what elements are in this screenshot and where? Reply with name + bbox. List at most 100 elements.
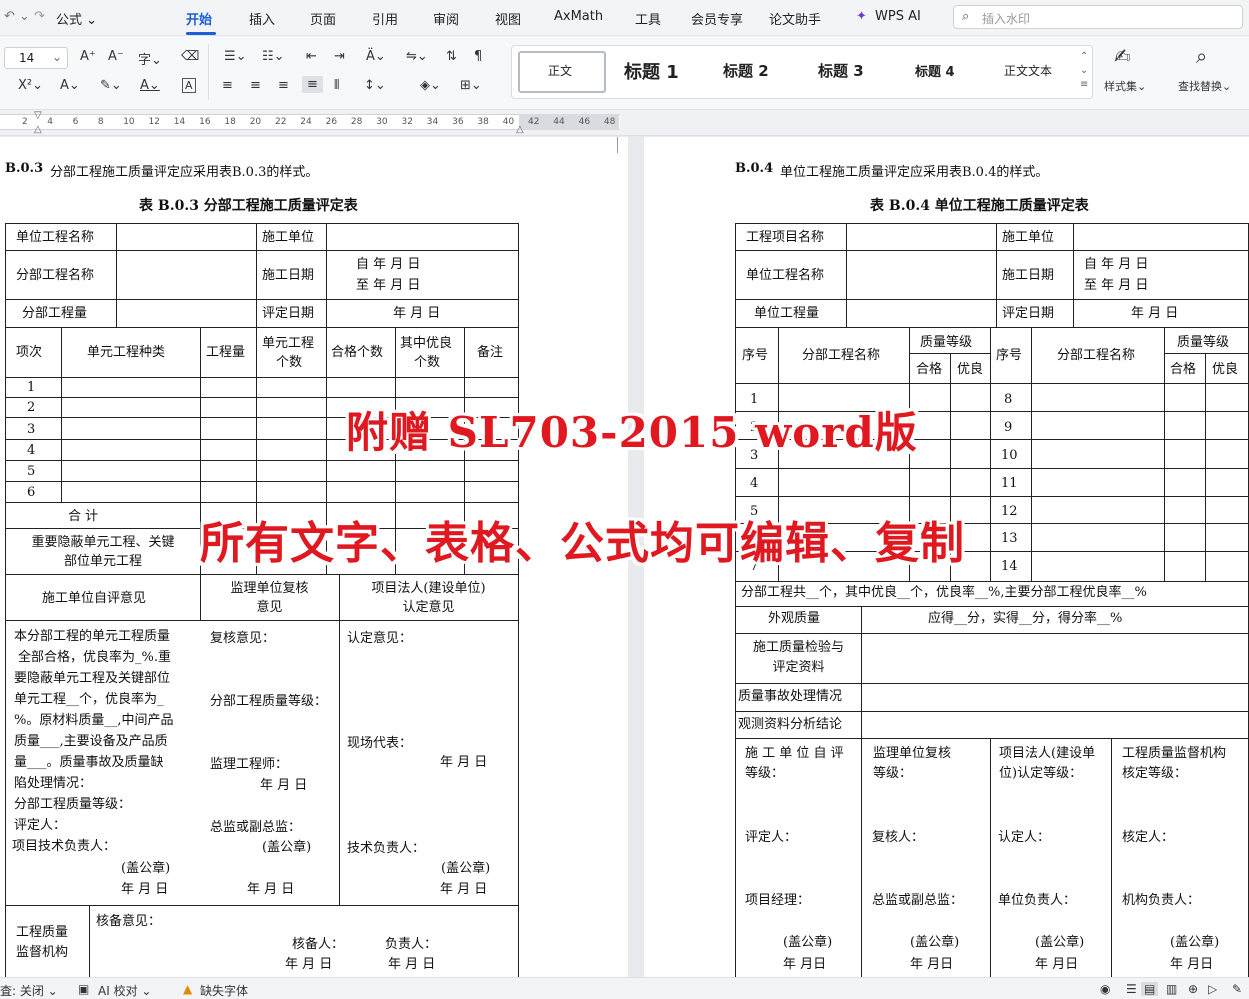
play-icon[interactable]: ▷ <box>1208 982 1217 996</box>
tab-references[interactable]: 引用 <box>372 9 398 28</box>
clause-text: 分部工程施工质量评定应采用表B.0.3的样式。 <box>50 165 319 180</box>
style-normal-label: 正文 <box>548 64 573 78</box>
style-heading4[interactable]: 标题 4 <box>915 61 955 80</box>
ruler-number: 38 <box>477 117 489 127</box>
write-icon[interactable]: ✎ <box>1232 982 1242 996</box>
eye-protect-icon[interactable]: ◉ <box>1100 982 1110 996</box>
opinion-construction-header: 施工单位自评意见 <box>42 591 147 606</box>
ruler-number: 20 <box>249 117 262 127</box>
date-1: 年 月日 <box>783 957 827 972</box>
chinese-layout-icon[interactable]: Ä⌄ <box>366 49 386 64</box>
tab-page[interactable]: 页面 <box>310 9 336 28</box>
construction-text-line: 项目技术负责人： <box>12 839 117 854</box>
grow-font-icon[interactable]: A⁺ <box>80 49 96 64</box>
evaluator-label: 评定人： <box>745 830 798 845</box>
revise-status[interactable]: 査: 关闭 ⌄ <box>0 982 58 999</box>
styles-scroll-icon[interactable]: ⌃ ⌄ ≡ <box>1080 50 1088 92</box>
supervisor-seal: (盖公章) <box>262 840 312 855</box>
tab-review[interactable]: 审阅 <box>433 9 459 28</box>
pm-label: 项目经理： <box>745 893 811 908</box>
clear-format-icon[interactable]: ⌫ <box>181 49 199 64</box>
superscript-icon[interactable]: X²⌄ <box>18 78 43 93</box>
ruler-number: 46 <box>578 117 591 127</box>
align-center-icon[interactable]: ≡ <box>250 78 261 93</box>
style-heading1[interactable]: 标题 1 <box>624 58 679 84</box>
reading-view-icon[interactable]: ▥ <box>1166 982 1177 996</box>
text-direction-icon[interactable]: ⇋⌄ <box>406 49 428 64</box>
line-spacing-icon[interactable]: ↕⌄ <box>364 78 386 93</box>
owner-seal: (盖公章) <box>441 861 491 876</box>
align-right-icon[interactable]: ≡ <box>278 78 289 93</box>
hanging-indent-icon[interactable]: △ <box>34 124 42 135</box>
style-body-text[interactable]: 正文文本 <box>1004 62 1052 79</box>
align-left-icon[interactable]: ≡ <box>222 78 233 93</box>
tab-insert[interactable]: 插入 <box>249 9 275 28</box>
ai-check-button[interactable]: AI 校对 ⌄ <box>98 982 151 999</box>
clause-text: 单位工程施工质量评定应采用表B.0.4的样式。 <box>780 165 1049 180</box>
style-heading3[interactable]: 标题 3 <box>818 60 864 81</box>
right-indent-icon[interactable]: △ <box>516 124 524 135</box>
shrink-font-icon[interactable]: A⁻ <box>108 49 124 64</box>
font-size-select[interactable]: 14 ⌄ <box>4 47 68 69</box>
justify-icon[interactable]: ≡ <box>302 76 323 93</box>
redo-icon[interactable]: ↷ <box>34 9 45 24</box>
show-marks-icon[interactable]: ¶ <box>474 49 482 64</box>
wps-ai-icon: ✦ <box>856 9 867 24</box>
document-canvas[interactable]: B.0.3 分部工程施工质量评定应采用表B.0.3的样式。 表 B.0.3 分部… <box>0 137 1249 977</box>
construction-text-line: 评定人： <box>14 818 67 833</box>
label-construction-date: 施工日期 <box>262 268 315 283</box>
web-view-icon[interactable]: ⊕ <box>1188 982 1198 996</box>
tab-wps-ai[interactable]: WPS AI <box>875 9 921 24</box>
indent-icon[interactable]: ⇥ <box>334 49 345 64</box>
header-unit-count-a: 单元工程 <box>262 336 315 351</box>
tab-home[interactable]: 开始 <box>186 9 212 28</box>
find-replace-button[interactable]: 查找替换⌄ <box>1178 78 1231 94</box>
ruler-number: 14 <box>173 117 186 127</box>
text-effect-icon[interactable]: A⌄ <box>60 78 80 93</box>
warning-icon: ▲ <box>183 982 193 996</box>
distributed-icon[interactable]: ⫴ <box>334 78 339 93</box>
clause-number: B.0.4 <box>735 161 774 176</box>
tab-axmath[interactable]: AxMath <box>554 9 603 24</box>
seq-right: 10 <box>1001 448 1018 463</box>
style-set-icon: ✍ <box>1114 44 1131 68</box>
header-unit-type: 单元工程种类 <box>87 345 166 360</box>
col1-title-a: 施 工 单 位 自 评 <box>745 746 844 761</box>
outline-icon[interactable]: ☰ <box>1126 982 1137 996</box>
highlight-icon[interactable]: ✎⌄ <box>100 78 122 93</box>
outdent-icon[interactable]: ⇤ <box>306 49 317 64</box>
ruler-number: 2 <box>22 117 28 127</box>
tab-thesis-helper[interactable]: 论文助手 <box>769 9 821 28</box>
tab-tools[interactable]: 工具 <box>635 9 661 28</box>
eval-date-value: 年 月 日 <box>393 306 441 321</box>
missing-font-button[interactable]: 缺失字体 <box>200 982 248 999</box>
style-heading2[interactable]: 标题 2 <box>723 60 769 81</box>
undo-icon[interactable]: ↶ ⌄ <box>4 9 30 24</box>
tab-member[interactable]: 会员专享 <box>691 9 743 28</box>
find-icon: ⌕ <box>1196 44 1208 68</box>
supervisor-engineer: 监理工程师： <box>210 757 289 772</box>
number-list-icon[interactable]: ☷⌄ <box>262 49 285 64</box>
status-bar: 査: 关闭 ⌄ ▣ AI 校对 ⌄ ▲ 缺失字体 ◉ ☰ ▤ ▥ ⊕ ▷ ✎ <box>0 977 1249 999</box>
date-from: 自 年 月 日 <box>1084 257 1149 272</box>
horizontal-ruler[interactable]: 2 4 6 8 10 12 14 16 18 20 22 24 26 28 30 32 34 36 38 40 42 44… <box>0 110 1249 136</box>
font-color-icon[interactable]: A⌄ <box>140 78 160 93</box>
tab-view[interactable]: 视图 <box>495 9 521 28</box>
header-pass-left: 合格 <box>916 362 943 377</box>
borders-icon[interactable]: ⊞⌄ <box>460 78 482 93</box>
search-input[interactable]: ⌕ 插入水印 <box>953 5 1243 29</box>
sort-icon[interactable]: ⇅ <box>446 49 457 64</box>
col2-title-a: 监理单位复核 <box>873 746 952 761</box>
style-set-label: 样式集 <box>1104 80 1137 93</box>
ribbon-toolbar: 14 ⌄ A⁺ A⁻ 字⌄ ⌫ X²⌄ A⌄ ✎⌄ A⌄ A ☰⌄ ☷⌄ ⇤ ⇥ … <box>0 36 1249 110</box>
supervisor-date1: 年 月 日 <box>260 778 308 793</box>
header-pass-right: 合格 <box>1170 362 1197 377</box>
formula-dropdown[interactable]: 公式 ⌄ <box>56 9 97 28</box>
bullet-list-icon[interactable]: ☰⌄ <box>224 49 247 64</box>
style-set-button[interactable]: 样式集⌄ <box>1104 78 1146 94</box>
page-view-icon[interactable]: ▤ <box>1141 982 1159 996</box>
indent-marker-icon[interactable]: ▽ <box>34 110 42 121</box>
char-border-icon[interactable]: A <box>182 78 196 93</box>
pinyin-icon[interactable]: 字⌄ <box>138 49 162 68</box>
shading-icon[interactable]: ◈⌄ <box>420 78 441 93</box>
